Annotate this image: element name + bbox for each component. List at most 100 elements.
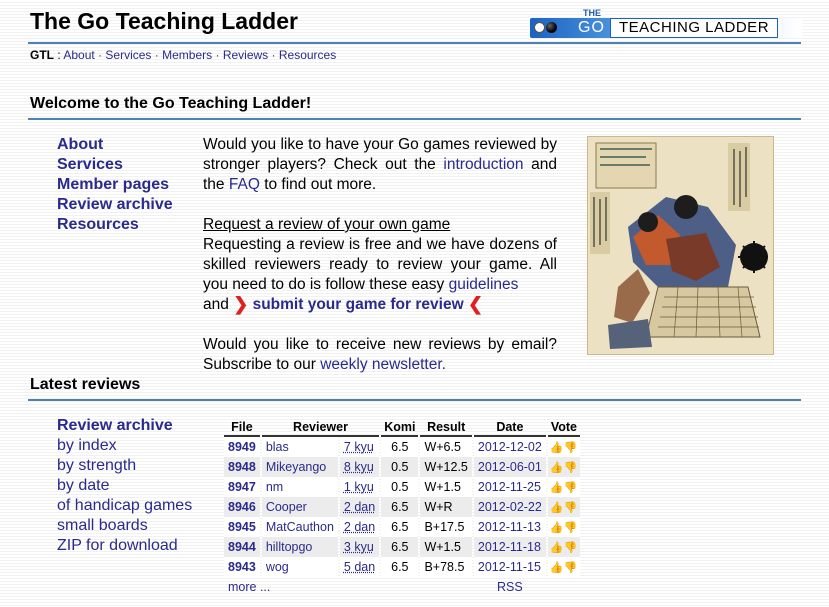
file-link[interactable]: 8947 [224,477,260,497]
archive-by-strength[interactable]: by strength [57,456,192,476]
thumbs-down-icon[interactable]: 👎 [564,542,578,554]
thumbs-up-icon[interactable]: 👍 [550,522,564,534]
vote-cell: 👍👎 [547,497,581,517]
reviewer-link[interactable]: Cooper [261,497,338,517]
menu-item-resources[interactable]: Resources [57,215,173,235]
thumbs-down-icon[interactable]: 👎 [564,562,578,574]
nav-separator: · [154,48,159,62]
table-row[interactable]: 8949 blas 7 kyu 6.5 W+6.5 2012-12-02 👍👎 [224,437,581,457]
reviewer-rank: 7 kyu [339,437,380,457]
thumbs-up-icon[interactable]: 👍 [550,442,564,454]
archive-handicap[interactable]: of handicap games [57,496,192,516]
logo-ladder-text: TEACHING LADDER [610,18,779,38]
thumbs-up-icon[interactable]: 👍 [550,482,564,494]
thumbs-down-icon[interactable]: 👎 [564,462,578,474]
introduction-link[interactable]: introduction [443,156,523,173]
guidelines-link[interactable]: guidelines [449,276,519,293]
table-row[interactable]: 8948 Mikeyango 8 kyu 0.5 W+12.5 2012-06-… [224,457,581,477]
thumbs-down-icon[interactable]: 👎 [564,482,578,494]
column-header-vote: Vote [547,418,581,437]
nav-link-resources[interactable]: Resources [279,48,336,62]
thumbs-up-icon[interactable]: 👍 [550,462,564,474]
date-value: 2012-12-02 [473,437,546,457]
ukiyo-e-go-illustration [587,136,774,355]
archive-small-boards[interactable]: small boards [57,516,192,536]
file-link[interactable]: 8948 [224,457,260,477]
thumbs-down-icon[interactable]: 👎 [564,442,578,454]
intro-paragraph: Would you like to have your Go games rev… [203,135,557,195]
date-value: 2012-11-18 [473,537,546,557]
request-heading: Request a review of your own game [203,216,451,233]
more-reviews-link[interactable]: more ... [224,577,379,597]
thumbs-down-icon[interactable]: 👎 [564,502,578,514]
vote-cell: 👍👎 [547,477,581,497]
menu-item-services[interactable]: Services [57,155,173,175]
archive-by-date[interactable]: by date [57,476,192,496]
table-row[interactable]: 8947 nm 1 kyu 0.5 W+1.5 2012-11-25 👍👎 [224,477,581,497]
nav-colon: : [57,48,61,62]
table-row[interactable]: 8944 hilltopgo 3 kyu 6.5 W+1.5 2012-11-1… [224,537,581,557]
table-row[interactable]: 8946 Cooper 2 dan 6.5 W+R 2012-02-22 👍👎 [224,497,581,517]
table-row[interactable]: 8945 MatCauthon 2 dan 6.5 B+17.5 2012-11… [224,517,581,537]
column-header-file: File [224,418,260,437]
reviewer-link[interactable]: nm [261,477,338,497]
reviewer-rank: 2 dan [339,497,380,517]
reviewer-rank: 5 dan [339,557,380,577]
thumbs-up-icon[interactable]: 👍 [550,542,564,554]
file-link[interactable]: 8946 [224,497,260,517]
reviewer-link[interactable]: blas [261,437,338,457]
header-divider [28,42,801,44]
welcome-divider [28,118,801,120]
archive-zip-download[interactable]: ZIP for download [57,536,192,556]
menu-item-member-pages[interactable]: Member pages [57,175,173,195]
reviewer-rank: 8 kyu [339,457,380,477]
komi-value: 0.5 [381,457,419,477]
reviewer-link[interactable]: Mikeyango [261,457,338,477]
result-value: B+78.5 [420,557,472,577]
logo-go-text: GO [578,19,605,36]
komi-value: 6.5 [381,557,419,577]
newsletter-link[interactable]: weekly newsletter. [320,356,446,373]
file-link[interactable]: 8943 [224,557,260,577]
vote-cell: 👍👎 [547,557,581,577]
latest-reviews-table: File Reviewer Komi Result Date Vote 8949… [222,418,582,597]
reviewer-link[interactable]: MatCauthon [261,517,338,537]
thumbs-up-icon[interactable]: 👍 [550,562,564,574]
result-value: W+1.5 [420,477,472,497]
nav-separator: · [271,48,276,62]
site-title: The Go Teaching Ladder [30,8,298,34]
komi-value: 6.5 [381,497,419,517]
vote-cell: 👍👎 [547,517,581,537]
nav-link-reviews[interactable]: Reviews [223,48,268,62]
menu-item-about[interactable]: About [57,135,173,155]
date-value: 2012-11-25 [473,477,546,497]
thumbs-down-icon[interactable]: 👎 [564,522,578,534]
file-link[interactable]: 8944 [224,537,260,557]
nav-link-members[interactable]: Members [162,48,212,62]
request-text: Requesting a review is free and we have … [203,235,557,295]
submit-and-text: and [203,296,229,313]
file-link[interactable]: 8945 [224,517,260,537]
result-value: W+6.5 [420,437,472,457]
komi-value: 6.5 [381,517,419,537]
archive-by-index[interactable]: by index [57,436,192,456]
reviewer-link[interactable]: wog [261,557,338,577]
faq-link[interactable]: FAQ [229,176,260,193]
file-link[interactable]: 8949 [224,437,260,457]
nav-link-about[interactable]: About [63,48,94,62]
rss-link[interactable]: RSS [474,577,546,597]
nav-link-services[interactable]: Services [105,48,151,62]
date-value: 2012-06-01 [473,457,546,477]
nav-separator: · [98,48,103,62]
arrow-right-icon: ❯ [233,294,249,314]
menu-item-review-archive[interactable]: Review archive [57,195,173,215]
archive-menu-head[interactable]: Review archive [57,416,192,436]
site-logo[interactable]: THE GO TEACHING LADDER [530,8,802,40]
submit-game-link[interactable]: submit your game for review [253,296,464,313]
table-row[interactable]: 8943 wog 5 dan 6.5 B+78.5 2012-11-15 👍👎 [224,557,581,577]
email-paragraph: Would you like to receive new reviews by… [203,335,557,375]
reviewer-link[interactable]: hilltopgo [261,537,338,557]
arrow-left-icon: ❮ [467,294,484,314]
logo-stones-icon [534,22,558,40]
thumbs-up-icon[interactable]: 👍 [550,502,564,514]
